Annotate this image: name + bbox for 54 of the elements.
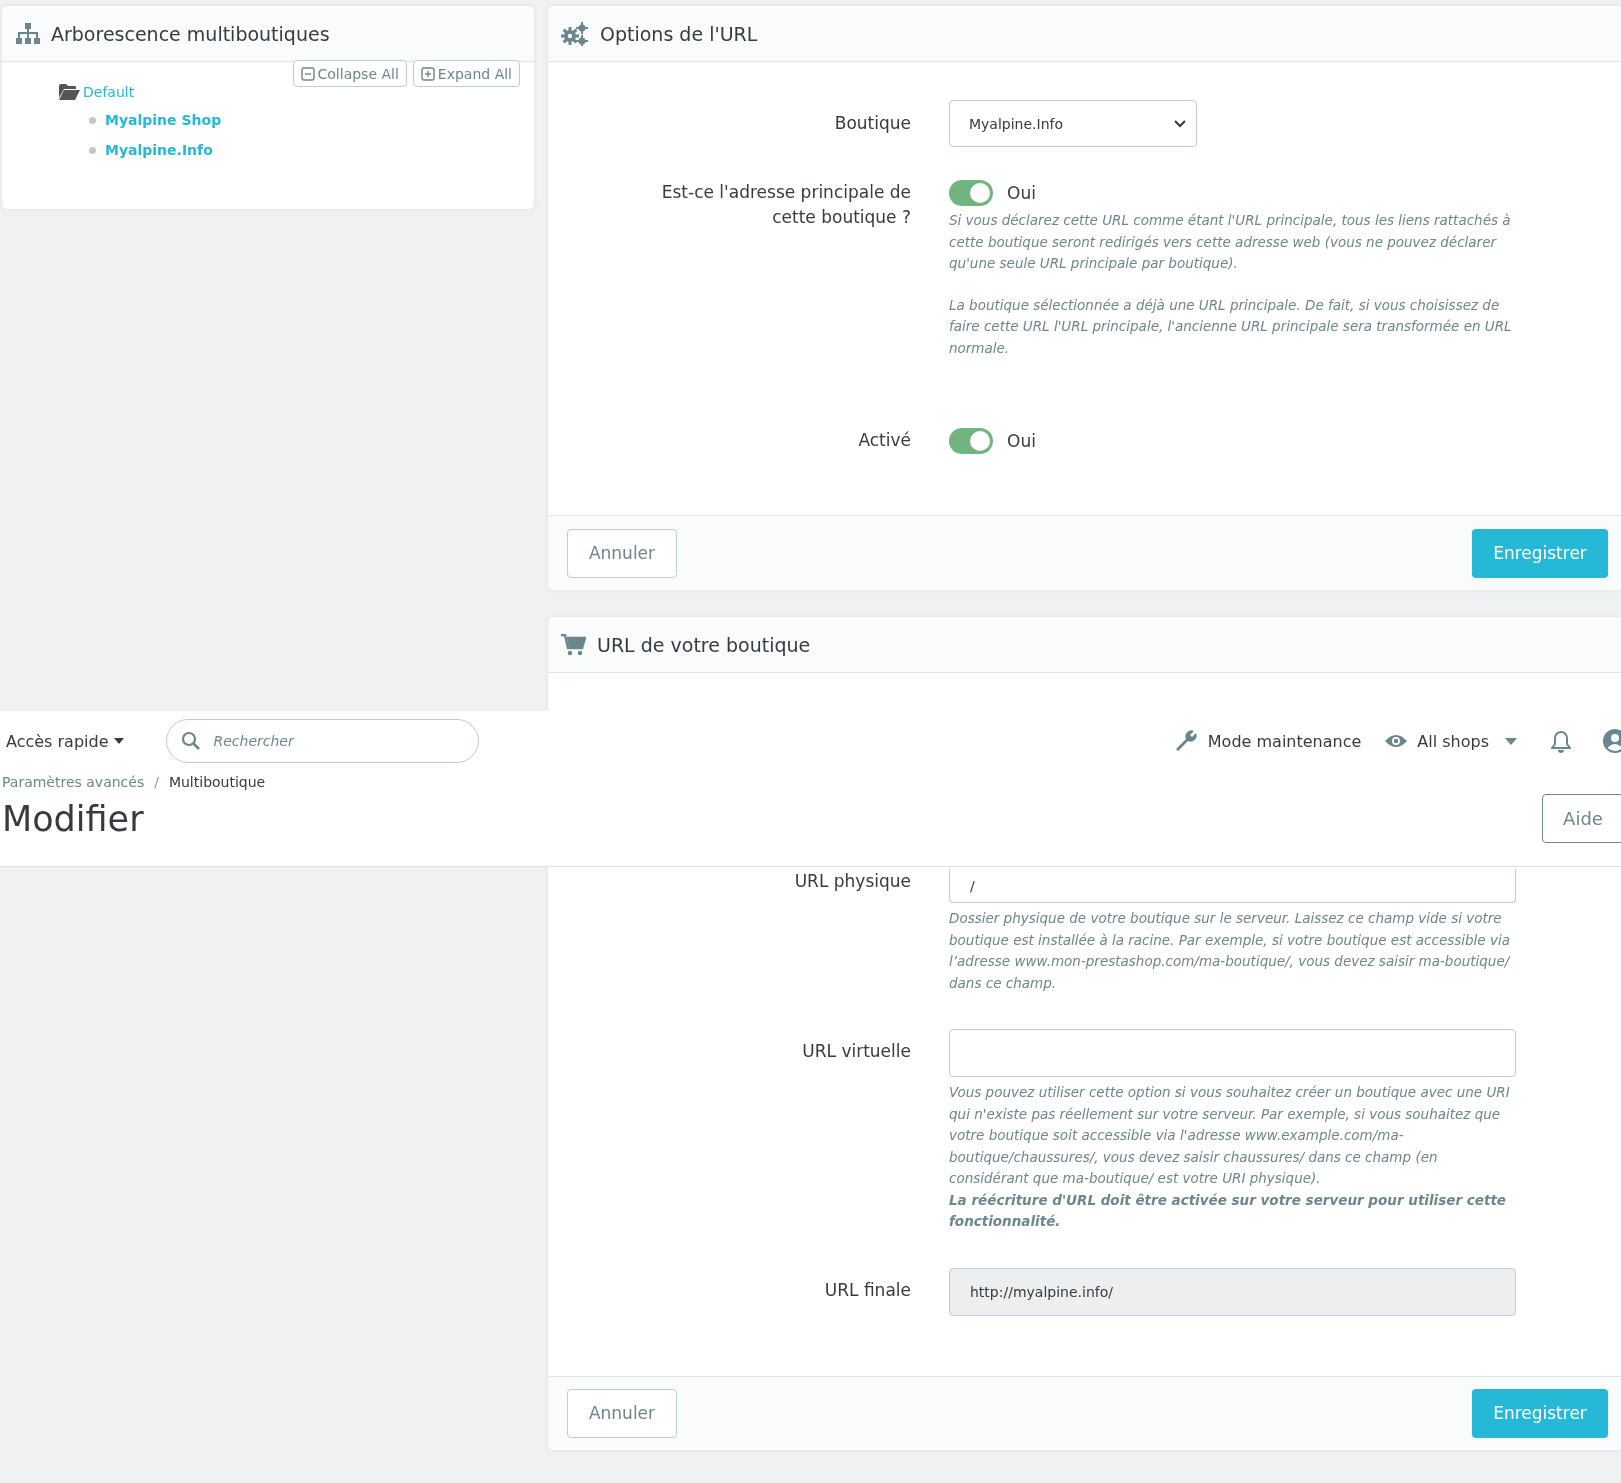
tree-toggle-button[interactable]: Collapse All [292, 60, 407, 87]
input-field[interactable] [949, 1029, 1516, 1077]
breadcrumb-link[interactable]: Multiboutique [168, 774, 266, 790]
sitemap-icon [16, 22, 40, 45]
toggle-label: Oui [1007, 182, 1036, 203]
field-label: URL finale [823, 1278, 911, 1302]
field-label: Activé [857, 429, 911, 452]
toggle-switch[interactable] [949, 179, 993, 206]
input-field[interactable]: / [949, 869, 1516, 903]
toggle-switch[interactable] [949, 427, 993, 454]
panel-title: Arborescence multiboutiques [51, 22, 330, 45]
caret-icon [1505, 737, 1517, 745]
page-title: Modifier [2, 798, 144, 839]
cancel-button[interactable]: Annuler [567, 528, 677, 578]
plus-square-icon [420, 66, 435, 81]
help-text: Dossier physique de votre boutique sur le serveur. Laissez ce champ vide si votre boutique est installée à la racine. Par exemple, si votre boutique est accessible via l’adresse www.mon-prestashop.com/ma-boutique/, vous devez saisir ma-boutique/ dans ce champ. [949, 909, 1512, 993]
help-text: Si vous déclarez cette URL comme étant l'URL principale, tous les liens rattachés à cette boutique seront redirigés vers cette adresse web (vous ne pouvez déclarer qu'une seule URL principale par boutique). [949, 211, 1512, 273]
tree-toggle-button[interactable]: Expand All [412, 60, 520, 87]
shop-selector[interactable]: All shops [1417, 731, 1489, 751]
user-avatar-icon[interactable] [1603, 729, 1621, 753]
save-button[interactable]: Enregistrer [1472, 528, 1608, 578]
shop-select[interactable]: Myalpine.Info [949, 100, 1197, 147]
cart-icon [561, 633, 586, 656]
minus-square-icon [300, 66, 315, 81]
search-icon [180, 731, 201, 751]
shop-link[interactable]: Myalpine.Info [105, 142, 213, 158]
chevron-down-icon [1174, 119, 1186, 128]
breadcrumb-link[interactable]: Paramètres avancés [2, 774, 145, 790]
toggle-label: Oui [1007, 430, 1036, 451]
eye-icon [1385, 734, 1408, 748]
shop-link[interactable]: Myalpine Shop [105, 112, 222, 128]
field-label: Est-ce l'adresse principale de cette boutique ? [660, 181, 911, 229]
readonly-input-field[interactable]: http://myalpine.info/ [949, 1267, 1516, 1316]
help-text: La réécriture d'URL doit être activée sur votre serveur pour utiliser cette fonctionnalité. [949, 1190, 1507, 1231]
panel-title: Options de l'URL [600, 22, 758, 45]
maintenance-link[interactable]: Mode maintenance [1207, 731, 1362, 751]
help-button[interactable]: Aide [1542, 794, 1621, 843]
breadcrumb-separator: / [154, 774, 159, 790]
cancel-button[interactable]: Annuler [567, 1388, 677, 1438]
search-field[interactable]: Rechercher [165, 719, 479, 763]
bell-icon[interactable] [1551, 729, 1571, 753]
caret-icon [113, 738, 124, 744]
tree-group-link[interactable]: Default [83, 84, 135, 100]
help-text: Vous pouvez utiliser cette option si vous souhaitez créer un boutique avec une URI qui n'existe pas réellement sur votre serveur. Par exemple, si vous souhaitez que votre boutique soit accessible via l'adresse www.example.com/ma-boutique/chaussures/, vous devez saisir chaussures/ dans ce champ (en considérant que ma-boutique/ est votre URI physique). [949, 1083, 1511, 1188]
save-button[interactable]: Enregistrer [1472, 1388, 1608, 1438]
bullet-icon [89, 116, 96, 124]
field-label: URL virtuelle [801, 1040, 911, 1063]
quick-access-button[interactable]: Accès rapide [6, 731, 109, 751]
field-label: URL physique [793, 870, 911, 893]
help-text: La boutique sélectionnée a déjà une URL principale. De fait, si vous choisissez de faire cette URL l'URL principale, l'ancienne URL principale sera transformée en URL normale. [949, 295, 1513, 358]
bullet-icon [89, 146, 96, 154]
gears-icon [561, 21, 589, 46]
panel-title: URL de votre boutique [597, 633, 811, 656]
field-label: Boutique [833, 112, 911, 135]
